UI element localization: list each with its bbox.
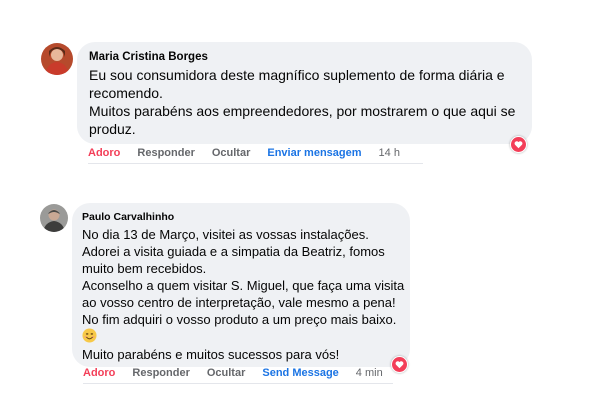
comments-feed: Maria Cristina Borges Eu sou consumidora… [0,0,600,400]
comment-author[interactable]: Paulo Carvalhinho [82,211,400,223]
heart-icon [511,137,526,152]
timestamp[interactable]: 14 h [379,147,400,159]
reaction-badge[interactable] [510,136,527,153]
hide-button[interactable]: Ocultar [212,147,251,159]
comment-line: Adorei a visita guiada e a simpatia da B… [82,244,385,259]
comment-line: Muito parabéns e muitos sucessos para vó… [82,347,340,362]
comment-actions: Adoro Responder Ocultar Enviar mensagem … [88,147,417,159]
comment-line: Aconselho a quem visitar S. Miguel, que … [82,278,405,293]
comment-line: recomendo. [89,85,163,101]
love-button[interactable]: Adoro [83,367,115,379]
comment-line: muito bem recebidos. [82,261,207,276]
comment-actions: Adoro Responder Ocultar Send Message 4 m… [83,367,400,379]
hide-button[interactable]: Ocultar [207,367,246,379]
avatar[interactable] [41,43,73,75]
send-message-button[interactable]: Send Message [262,367,338,379]
divider [83,383,393,384]
comment-line: Muitos parabéns aos empreendedores, por … [89,103,516,119]
timestamp[interactable]: 4 min [356,367,383,379]
avatar-photo [41,43,73,75]
comment-text: Eu sou consumidora deste magnífico suple… [89,66,520,138]
send-message-button[interactable]: Enviar mensagem [267,147,361,159]
comment-line: produz. [89,121,136,137]
love-button[interactable]: Adoro [88,147,120,159]
comment-line: No fim adquiri o vosso produto a um preç… [82,312,397,327]
avatar[interactable] [40,204,68,232]
divider [88,163,423,164]
emoji-line [82,328,400,346]
comment-text: No dia 13 de Março, visitei as vossas in… [82,226,405,363]
comment-line: Eu sou consumidora deste magnífico suple… [89,67,505,83]
reply-button[interactable]: Responder [132,367,189,379]
comment-line: No dia 13 de Março, visitei as vossas in… [82,227,369,242]
comment-author[interactable]: Maria Cristina Borges [89,51,520,63]
comment-bubble: Maria Cristina Borges Eu sou consumidora… [77,42,532,144]
comment-bubble: Paulo Carvalhinho No dia 13 de Março, vi… [72,203,410,367]
avatar-photo [40,204,68,232]
reply-button[interactable]: Responder [137,147,194,159]
comment-line: ao vosso centro de interpretação, vale m… [82,295,396,310]
smiling-face-icon [82,328,97,343]
